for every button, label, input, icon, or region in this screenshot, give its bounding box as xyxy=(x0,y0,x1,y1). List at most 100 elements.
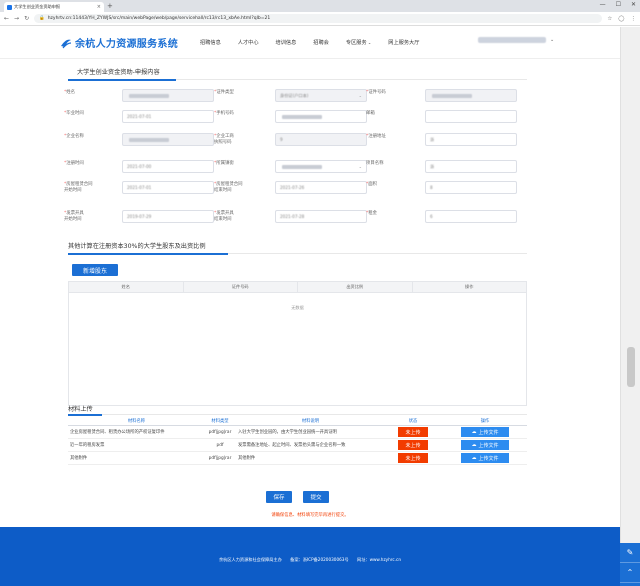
field-label-text: 发票开具 结束时间 xyxy=(214,211,234,222)
upload-label: 上传文件 xyxy=(478,429,499,436)
form-section-divider xyxy=(68,78,527,81)
new-tab-button[interactable]: + xyxy=(107,2,113,10)
field-label-text: 房屋租赁合同 开始时间 xyxy=(64,182,93,193)
field-label-text: 房屋租赁合同 结束时间 xyxy=(214,182,243,193)
menu-item-talent[interactable]: 人才中心 xyxy=(238,39,259,46)
shareholder-section-divider xyxy=(68,252,527,255)
redacted-value xyxy=(282,164,322,169)
reload-icon[interactable]: ↻ xyxy=(24,15,29,22)
field-label: *发票开具 结束时间 xyxy=(214,211,264,223)
back-icon[interactable]: ← xyxy=(4,15,9,22)
status-badge: 未上传 xyxy=(398,440,428,450)
form-field: 身份证(户口本) ⌄ xyxy=(275,89,367,102)
add-shareholder-button[interactable]: 新增股东 xyxy=(72,264,118,276)
page-scrollbar[interactable] xyxy=(620,27,640,586)
user-menu[interactable]: ⌄ xyxy=(478,37,554,43)
form-field[interactable]: 2021-07-01 xyxy=(122,110,214,123)
field-label-text: 项目名称 xyxy=(366,161,384,166)
upload-label: 上传文件 xyxy=(478,442,499,449)
menu-item-jobs[interactable]: 招聘信息 xyxy=(200,39,221,46)
menu-item-fair[interactable]: 招聘会 xyxy=(313,39,329,46)
form-field[interactable]: 8 xyxy=(425,181,517,194)
material-row: 近一年的租房发票 pdf 发票需备注地址、起止时间、发票抬头需与企业名称一致 未上传 ☁… xyxy=(68,439,527,452)
operation-cell: ☁ 上传文件 xyxy=(443,453,527,463)
operation-cell: ☁ 上传文件 xyxy=(443,440,527,450)
operation-cell: ☁ 上传文件 xyxy=(443,427,527,437)
form-field[interactable]: 6 xyxy=(425,210,517,223)
field-value: 浙 xyxy=(430,163,435,169)
form-field[interactable] xyxy=(425,110,517,123)
material-name: 近一年的租房发票 xyxy=(70,443,105,448)
upload-button[interactable]: ☁ 上传文件 xyxy=(461,427,509,437)
submit-button[interactable]: 提交 xyxy=(303,491,329,503)
field-value: 身份证(户口本) xyxy=(280,92,309,98)
profile-icon[interactable]: ◯ xyxy=(618,16,624,22)
field-value: 浙 xyxy=(430,136,435,142)
empty-state: 无数据 xyxy=(291,305,304,310)
edit-icon[interactable]: ✎ xyxy=(620,543,640,563)
menu-item-zone[interactable]: 专区服务 xyxy=(346,39,371,46)
logo-text: 余杭人力资源服务系统 xyxy=(75,39,178,50)
field-label: *手机号码 xyxy=(214,111,264,117)
field-label-text: 手机号码 xyxy=(216,111,234,116)
minimize-button[interactable]: — xyxy=(600,1,606,8)
tab-title: 大学生创业资金资助申报 xyxy=(14,4,61,9)
material-desc: 入驻大学生创业园的，由大学生创业园统一开具证明 xyxy=(238,430,337,435)
form-field[interactable]: 2021-07-01 xyxy=(122,181,214,194)
form-section-title: 大学生创业资金资助-申报内容 xyxy=(77,69,160,76)
form-field[interactable]: ⌄ xyxy=(275,160,367,173)
col-material-name: 材料名称 xyxy=(127,419,146,424)
form-field[interactable]: 浙 xyxy=(425,133,517,146)
field-value: 8 xyxy=(430,185,433,190)
cloud-upload-icon: ☁ xyxy=(471,429,477,435)
site-logo[interactable]: 余杭人力资源服务系统 xyxy=(60,35,178,50)
favicon-icon xyxy=(7,4,12,10)
material-name: 其他附件 xyxy=(70,456,88,461)
field-label-text: 所属镇街 xyxy=(216,161,234,166)
materials-table-header: 材料名称 材料类型 材料说明 状态 操作 xyxy=(68,417,527,426)
side-toolbar: ✎ ⌃ xyxy=(620,543,640,586)
field-label: *企业工商 执照号码 xyxy=(214,134,264,146)
col-material-type: 材料类型 xyxy=(211,419,229,424)
menu-item-hall[interactable]: 网上服务大厅 xyxy=(388,39,419,46)
field-label: *毕业时间 xyxy=(64,111,114,117)
form-field[interactable] xyxy=(275,110,367,123)
material-type: pdf|jpg|rar xyxy=(208,429,232,435)
shareholder-table-header: 姓名 证件号码 出资比例 操作 xyxy=(69,282,526,293)
form-field[interactable]: 2021-07-00 xyxy=(122,160,214,173)
menu-item-training[interactable]: 培训信息 xyxy=(276,39,297,46)
maximize-button[interactable]: ☐ xyxy=(616,1,621,8)
field-label-text: 姓名 xyxy=(66,90,75,95)
browser-tab[interactable]: 大学生创业资金资助申报 × xyxy=(4,2,104,12)
form-field[interactable]: 2021-07-26 xyxy=(275,181,367,194)
status-cell: 未上传 xyxy=(383,427,443,437)
url-field[interactable]: 🔒 hzyhrtv.cn:11443/YH_ZYWJS/src/main/web… xyxy=(34,14,603,23)
close-window-button[interactable]: ✕ xyxy=(631,1,636,8)
field-label-text: 证件类型 xyxy=(216,90,234,95)
upload-button[interactable]: ☁ 上传文件 xyxy=(461,440,509,450)
star-icon[interactable]: ☆ xyxy=(607,16,612,22)
field-label: *注册时间 xyxy=(64,161,114,167)
form-field[interactable]: 浙 xyxy=(425,160,517,173)
window-controls: — ☐ ✕ xyxy=(600,1,636,8)
upload-button[interactable]: ☁ 上传文件 xyxy=(461,453,509,463)
form-field[interactable]: 2019-07-29 xyxy=(122,210,214,223)
field-value: 2021-07-26 xyxy=(280,185,305,190)
field-label: *发票开具 开始时间 xyxy=(64,211,114,223)
form-field[interactable]: 2021-07-28 xyxy=(275,210,367,223)
material-name: 企业房屋租赁合同、租赁办公场所的产权证复印件 xyxy=(70,430,165,435)
tab-close-icon[interactable]: × xyxy=(97,4,101,10)
materials-section-divider xyxy=(68,413,527,416)
to-top-icon[interactable]: ⌃ xyxy=(620,563,640,583)
field-label: *房屋租赁合同 开始时间 xyxy=(64,182,114,194)
logo-icon xyxy=(61,39,72,48)
field-value: 2021-07-01 xyxy=(127,185,152,190)
menu-icon[interactable]: ⋮ xyxy=(631,16,637,22)
material-row: 企业房屋租赁合同、租赁办公场所的产权证复印件 pdf|jpg|rar 入驻大学生创业… xyxy=(68,426,527,439)
scroll-thumb[interactable] xyxy=(627,347,635,387)
field-label: *面积 xyxy=(366,182,416,188)
col-ratio: 出资比例 xyxy=(298,282,413,292)
forward-icon[interactable]: → xyxy=(14,15,19,22)
form-field xyxy=(122,133,214,146)
save-button[interactable]: 保存 xyxy=(266,491,292,503)
